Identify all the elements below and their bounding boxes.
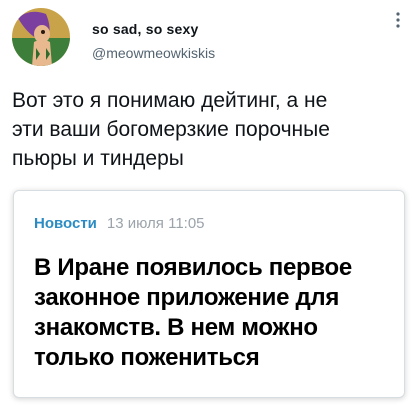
avatar[interactable] <box>12 8 70 66</box>
card-date: 13 июля 11:05 <box>106 215 205 232</box>
card-headline-line: В Иране появилось первое <box>34 254 352 281</box>
more-vertical-icon[interactable] <box>388 10 408 30</box>
tweet-text-line: Вот это я понимаю дейтинг, а не <box>12 89 328 112</box>
tweet-text: Вот это я понимаю дейтинг, а не эти ваши… <box>12 86 408 173</box>
user-names: so sad, so sexy @meowmeowkiskis <box>92 20 215 62</box>
tweet-header: so sad, so sexy @meowmeowkiskis <box>12 8 408 68</box>
tweet-text-line: пьюры и тиндеры <box>12 147 184 170</box>
tweet: so sad, so sexy @meowmeowkiskis Вот это … <box>0 0 420 419</box>
card-headline[interactable]: В Иране появилось первое законное прилож… <box>34 253 394 373</box>
display-name[interactable]: so sad, so sexy <box>92 20 215 38</box>
cartoon-character-avatar-icon <box>12 8 70 66</box>
card-headline-line: законное приложение для <box>34 284 340 311</box>
card-section-link[interactable]: Новости <box>34 215 97 232</box>
news-card[interactable]: Новости 13 июля 11:05 В Иране появилось п… <box>13 190 405 398</box>
card-headline-line: только пожениться <box>34 344 260 371</box>
tweet-text-line: эти ваши богомерзкие порочные <box>12 118 330 141</box>
card-headline-line: знакомств. В нем можно <box>34 314 318 341</box>
user-handle[interactable]: @meowmeowkiskis <box>92 44 215 62</box>
card-meta: Новости 13 июля 11:05 <box>34 215 205 233</box>
